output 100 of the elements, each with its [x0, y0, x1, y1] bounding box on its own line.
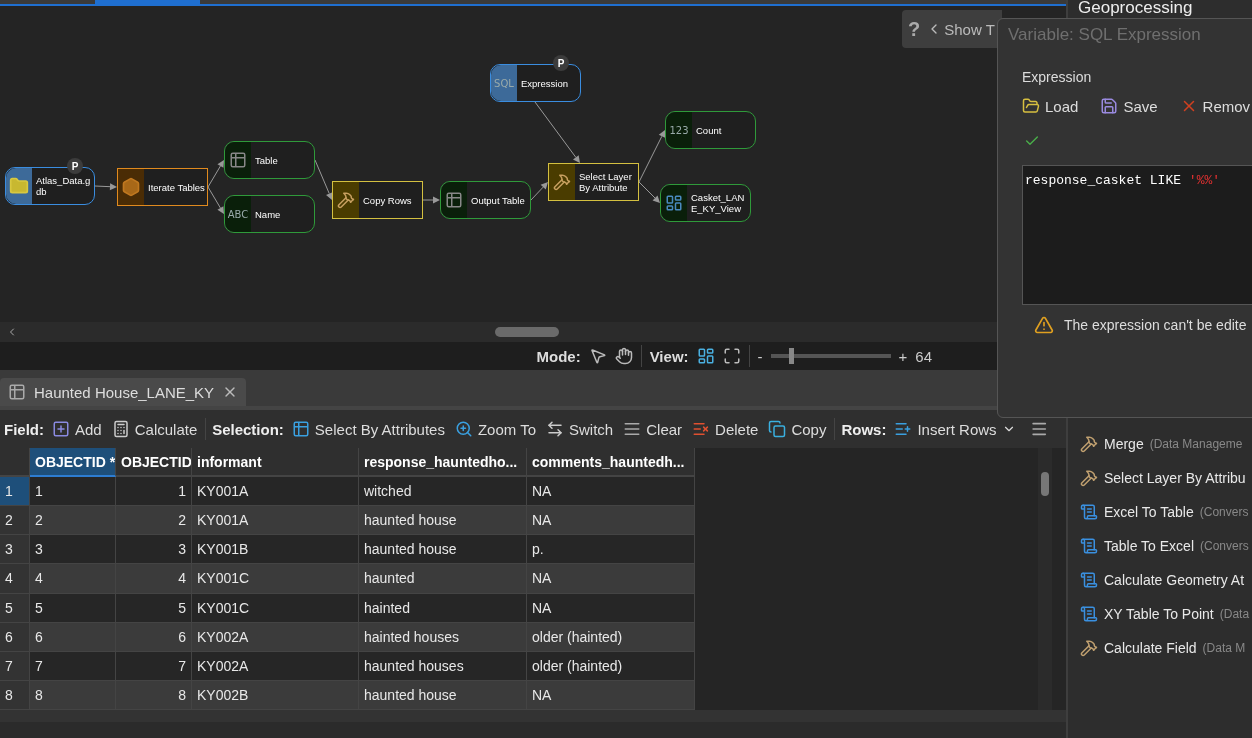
table-icon	[445, 191, 463, 209]
node-icon: ABC	[227, 208, 249, 220]
row-number[interactable]: 5	[0, 593, 30, 623]
toolbar-button[interactable]: Switch	[544, 420, 616, 438]
table-cell: haunted house	[359, 506, 527, 536]
toolbar-button[interactable]: Zoom To	[452, 420, 539, 438]
table-cell: 5	[116, 593, 192, 623]
table-cell: 6	[116, 622, 192, 652]
table-cell: p.	[527, 535, 695, 565]
row-number[interactable]: 1	[0, 477, 30, 507]
layout-icon[interactable]	[696, 347, 715, 365]
tool-item[interactable]: Table To Excel (Convers	[1080, 534, 1252, 557]
toolbar-button[interactable]: Add	[50, 420, 104, 438]
row-number[interactable]: 3	[0, 535, 30, 565]
dialog-button[interactable]: Load	[1022, 97, 1079, 115]
tool-item[interactable]: Select Layer By Attribu	[1080, 466, 1252, 489]
fit-icon[interactable]	[722, 347, 741, 365]
model-node[interactable]: Select Layer By Attribute	[548, 163, 639, 201]
table-cell: KY001A	[192, 477, 359, 507]
hammer-icon	[1080, 434, 1098, 453]
pointer-icon[interactable]	[588, 347, 607, 365]
table-tab[interactable]: Haunted House_LANE_KY	[0, 378, 247, 406]
model-node[interactable]: Iterate Tables	[117, 168, 208, 206]
table-cell: KY001B	[192, 535, 359, 565]
vertical-scrollbar[interactable]	[1038, 448, 1052, 710]
connector-arrow	[314, 159, 333, 200]
tool-item[interactable]: Merge (Data Manageme	[1080, 432, 1252, 455]
zoom-in-button[interactable]: +	[898, 347, 908, 365]
table-cell: older (hainted)	[527, 651, 695, 681]
connector-arrow	[530, 182, 548, 201]
code-line: response_casket LIKE '%%'	[1025, 173, 1221, 188]
table-cell: KY001C	[192, 564, 359, 594]
column-header[interactable]: response_hauntedho...	[359, 448, 527, 478]
toolbar-button[interactable]: Clear	[621, 420, 685, 438]
toolbar-button[interactable]: Calculate	[109, 420, 200, 438]
tool-item[interactable]: XY Table To Point (Data	[1080, 602, 1252, 625]
model-node[interactable]: Output Table	[440, 181, 531, 219]
tool-item[interactable]: Calculate Field (Data M	[1080, 636, 1252, 659]
swap-icon	[546, 420, 565, 438]
table-cell: 2	[116, 506, 192, 536]
table-cell: NA	[527, 680, 695, 710]
table-cell: hainted	[359, 593, 527, 623]
table-cell: 6	[30, 622, 116, 652]
table-cell: KY001C	[192, 593, 359, 623]
table-cell: hainted houses	[359, 622, 527, 652]
connector-arrow	[207, 186, 224, 214]
parameter-badge: P	[67, 158, 83, 174]
column-header[interactable]: OBJECTID *	[30, 448, 116, 478]
table-cell: 1	[30, 477, 116, 507]
scroll-icon	[1080, 570, 1098, 589]
connector-arrow	[94, 183, 117, 191]
row-number[interactable]: 2	[0, 506, 30, 536]
table-cell: haunted houses	[359, 651, 527, 681]
expression-editor[interactable]: response_casket LIKE '%%'	[1022, 165, 1252, 305]
table-cell: haunted	[359, 564, 527, 594]
parameter-badge: P	[553, 55, 569, 71]
hammer-icon	[337, 191, 355, 209]
folder-icon	[9, 176, 29, 196]
model-node[interactable]: Copy Rows	[332, 181, 423, 219]
table-cell: NA	[527, 506, 695, 536]
hammer-icon	[1080, 468, 1098, 487]
table-cell: NA	[527, 593, 695, 623]
toolbar-button[interactable]: Copy	[766, 420, 829, 438]
table-cell: 5	[30, 593, 116, 623]
folder-icon	[1022, 97, 1040, 115]
dialog-button[interactable]: Remov	[1179, 97, 1251, 115]
zoom-out-button[interactable]: -	[757, 347, 763, 365]
dialog-title: Variable: SQL Expression	[1008, 25, 1202, 45]
row-number[interactable]: 4	[0, 564, 30, 594]
show-toolbar-button[interactable]: Show T	[926, 20, 995, 38]
model-node[interactable]: ABC Name	[224, 195, 315, 233]
node-icon: SQL	[494, 77, 514, 89]
table-cell: 7	[116, 651, 192, 681]
hand-icon[interactable]	[614, 347, 633, 365]
row-number[interactable]: 6	[0, 622, 30, 652]
scroll-icon	[1080, 536, 1098, 555]
panel-title: Geoprocessing	[1077, 0, 1194, 16]
model-node[interactable]: 123 Count	[665, 111, 756, 149]
dialog-button[interactable]: Save	[1100, 97, 1158, 115]
column-header[interactable]: comments_hauntedh...	[527, 448, 695, 478]
tool-item[interactable]: Excel To Table (Convers	[1080, 500, 1252, 523]
table-cell: 8	[30, 680, 116, 710]
warning-text: The expression can't be edite	[1064, 317, 1247, 333]
tool-item[interactable]: Calculate Geometry At	[1080, 568, 1252, 591]
row-number[interactable]: 7	[0, 651, 30, 681]
column-header[interactable]: OBJECTID	[116, 448, 192, 478]
table-cell: 4	[116, 564, 192, 594]
column-header[interactable]: informant	[192, 448, 359, 478]
tab-title: Haunted House_LANE_KY	[34, 383, 215, 401]
table-cell: NA	[527, 477, 695, 507]
model-node[interactable]: Table	[224, 141, 315, 179]
help-icon[interactable]: ?	[908, 17, 921, 41]
model-node[interactable]: Casket_LAN E_KY_View	[660, 184, 751, 222]
toolbar-button[interactable]: Insert Rows	[892, 420, 1018, 438]
group-label: Rows:	[841, 420, 887, 438]
toolbar-button[interactable]: Select By Attributes	[289, 420, 447, 438]
table-cell: 2	[30, 506, 116, 536]
toolbar-button[interactable]: Delete	[690, 420, 761, 438]
row-number[interactable]: 8	[0, 680, 30, 710]
slider-thumb[interactable]	[788, 348, 794, 364]
